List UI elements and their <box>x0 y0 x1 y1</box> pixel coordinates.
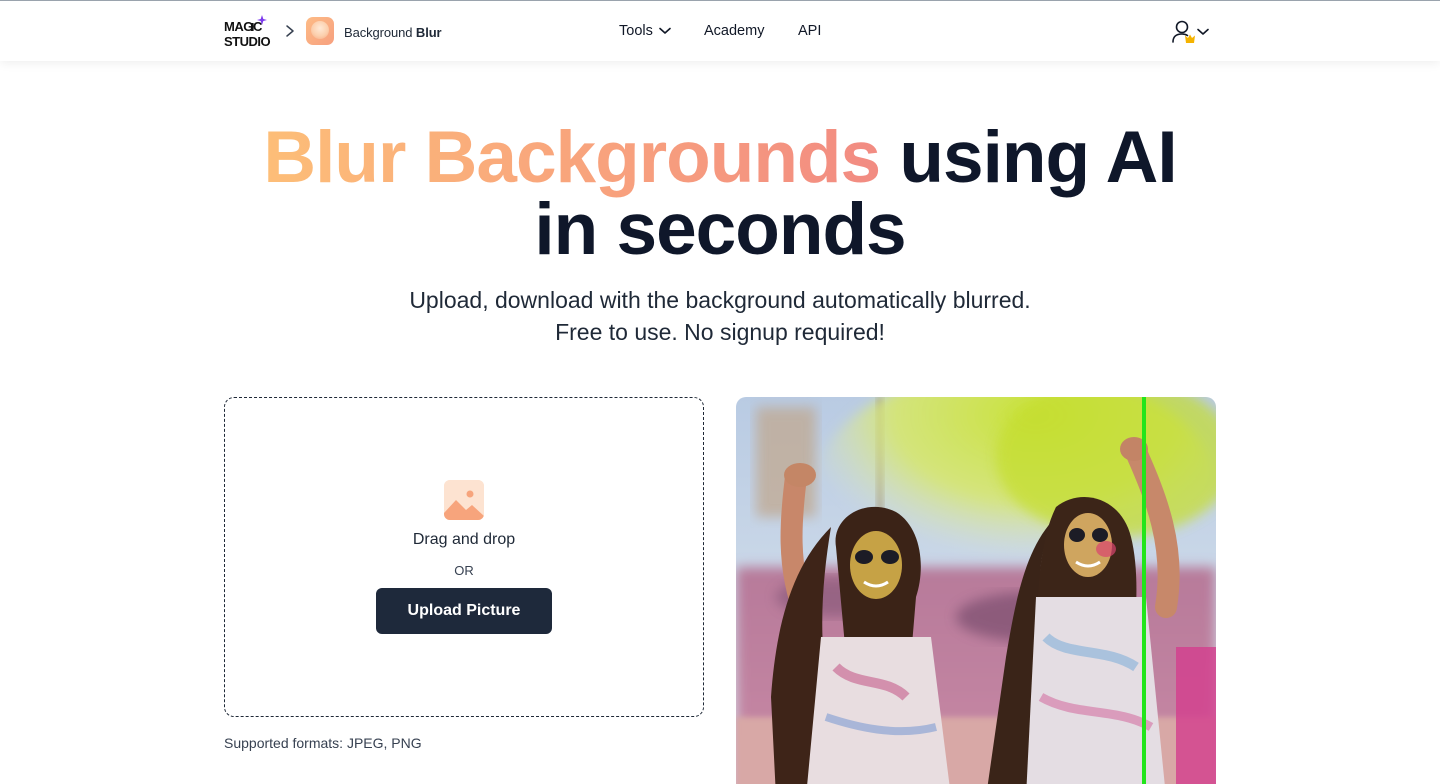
page-title: Blur Backgrounds using AI in seconds <box>0 121 1440 266</box>
drag-drop-text: Drag and drop <box>412 531 516 548</box>
chevron-right-icon <box>284 24 296 38</box>
chevron-down-icon <box>659 23 671 39</box>
upload-picture-button[interactable]: Upload Picture <box>376 588 552 634</box>
top-navbar: MAG C STUDIO Background Blur Tools Acade… <box>0 0 1440 61</box>
title-rest: using AI <box>880 117 1177 198</box>
nav-api-link[interactable]: API <box>798 23 821 39</box>
user-chevron-down-icon <box>1197 23 1209 41</box>
app-name-bold: Blur <box>415 25 442 40</box>
app-name[interactable]: Background Blur <box>344 25 442 40</box>
before-after-preview[interactable] <box>736 397 1216 784</box>
upload-dropzone[interactable]: Drag and drop OR Upload Picture <box>224 397 704 717</box>
background-blur-app-icon[interactable] <box>306 17 334 45</box>
comparison-slider-handle[interactable] <box>1142 397 1146 784</box>
nav-tools-dropdown[interactable]: Tools <box>619 23 671 39</box>
magic-studio-logo[interactable]: MAG C STUDIO <box>224 15 276 49</box>
svg-text:STUDIO: STUDIO <box>224 34 271 49</box>
supported-formats-text: Supported formats: JPEG, PNG <box>224 735 422 751</box>
nav-academy-link[interactable]: Academy <box>704 23 764 39</box>
user-icon <box>1171 19 1195 45</box>
subtitle-line2: Free to use. No signup required! <box>555 319 885 345</box>
title-line2: in seconds <box>534 189 906 270</box>
image-icon <box>444 480 484 520</box>
app-name-prefix: Background <box>344 25 413 40</box>
svg-text:MAG: MAG <box>224 19 253 34</box>
nav-tools-label: Tools <box>619 23 653 39</box>
page-subtitle: Upload, download with the background aut… <box>0 284 1440 348</box>
or-text: OR <box>454 563 474 578</box>
title-highlight: Blur Backgrounds <box>263 117 881 198</box>
subtitle-line1: Upload, download with the background aut… <box>409 287 1031 313</box>
user-menu[interactable] <box>1171 19 1217 45</box>
